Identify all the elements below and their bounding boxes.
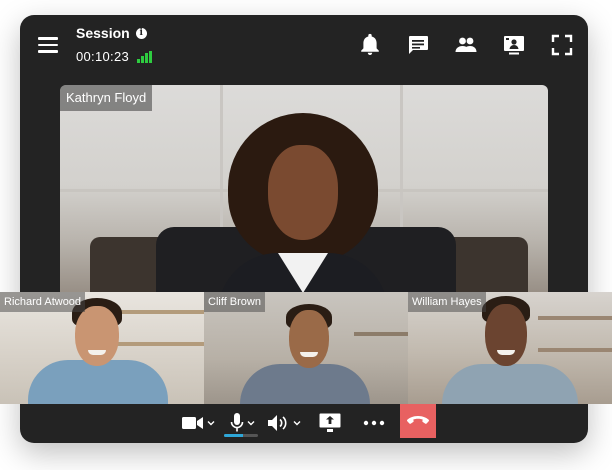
wall-panel: [220, 85, 223, 247]
session-title: Session: [76, 25, 130, 41]
shelf: [538, 348, 612, 352]
session-timer: 00:10:23: [76, 49, 130, 64]
participant-tile[interactable]: Cliff Brown: [204, 292, 408, 404]
menu-icon[interactable]: [38, 37, 58, 53]
fullscreen-icon[interactable]: [550, 33, 574, 57]
smile: [497, 350, 515, 355]
microphone-icon: [230, 413, 244, 432]
participants-icon[interactable]: [454, 33, 478, 57]
participant-name: Cliff Brown: [204, 292, 265, 312]
smile: [300, 352, 318, 357]
participant-figure: [442, 364, 578, 404]
shelf: [110, 310, 204, 314]
session-title-row: Session i: [76, 25, 147, 41]
bell-icon[interactable]: [358, 33, 382, 57]
participant-thumbnails: Richard Atwood Cliff Brown William Hayes: [0, 292, 612, 404]
camera-toggle[interactable]: [182, 412, 215, 434]
participant-tile[interactable]: William Hayes: [408, 292, 612, 404]
microphone-toggle[interactable]: [230, 412, 255, 434]
more-options-button[interactable]: [363, 412, 385, 434]
participant-name: Richard Atwood: [0, 292, 86, 312]
camera-icon: [182, 417, 203, 429]
participant-figure: [28, 360, 168, 404]
wall-panel: [400, 85, 403, 247]
signal-icon: [137, 50, 152, 63]
hang-up-icon: [407, 416, 429, 424]
shelf: [110, 342, 204, 346]
participant-tile[interactable]: Richard Atwood: [0, 292, 204, 404]
more-icon: [363, 420, 385, 426]
smile: [88, 350, 106, 355]
chevron-down-icon[interactable]: [247, 419, 255, 427]
share-screen-button[interactable]: [319, 412, 341, 434]
speaker-icon: [268, 415, 287, 431]
chevron-down-icon[interactable]: [293, 419, 301, 427]
timer-row: 00:10:23: [76, 49, 152, 64]
screen-share-icon[interactable]: [502, 33, 526, 57]
head: [289, 310, 329, 368]
speaker-toggle[interactable]: [268, 412, 301, 434]
head: [75, 306, 119, 366]
main-speaker-video[interactable]: Kathryn Floyd: [60, 85, 548, 307]
chevron-down-icon[interactable]: [207, 419, 215, 427]
main-speaker-figure: [218, 113, 388, 307]
header-bar: Session i 00:10:23: [20, 15, 588, 75]
control-bar: [20, 404, 588, 443]
head: [485, 304, 527, 366]
video-call-window: Session i 00:10:23 Kathryn Floyd Richard…: [0, 15, 612, 443]
participant-name: William Hayes: [408, 292, 486, 312]
share-screen-icon: [319, 413, 341, 432]
shelf: [538, 316, 612, 320]
hang-up-button[interactable]: [400, 404, 436, 438]
mic-level-meter: [224, 434, 258, 437]
chat-icon[interactable]: [406, 33, 430, 57]
main-speaker-name: Kathryn Floyd: [60, 85, 153, 111]
info-icon[interactable]: i: [135, 27, 147, 39]
shelf: [354, 332, 408, 336]
participant-figure: [240, 364, 370, 404]
